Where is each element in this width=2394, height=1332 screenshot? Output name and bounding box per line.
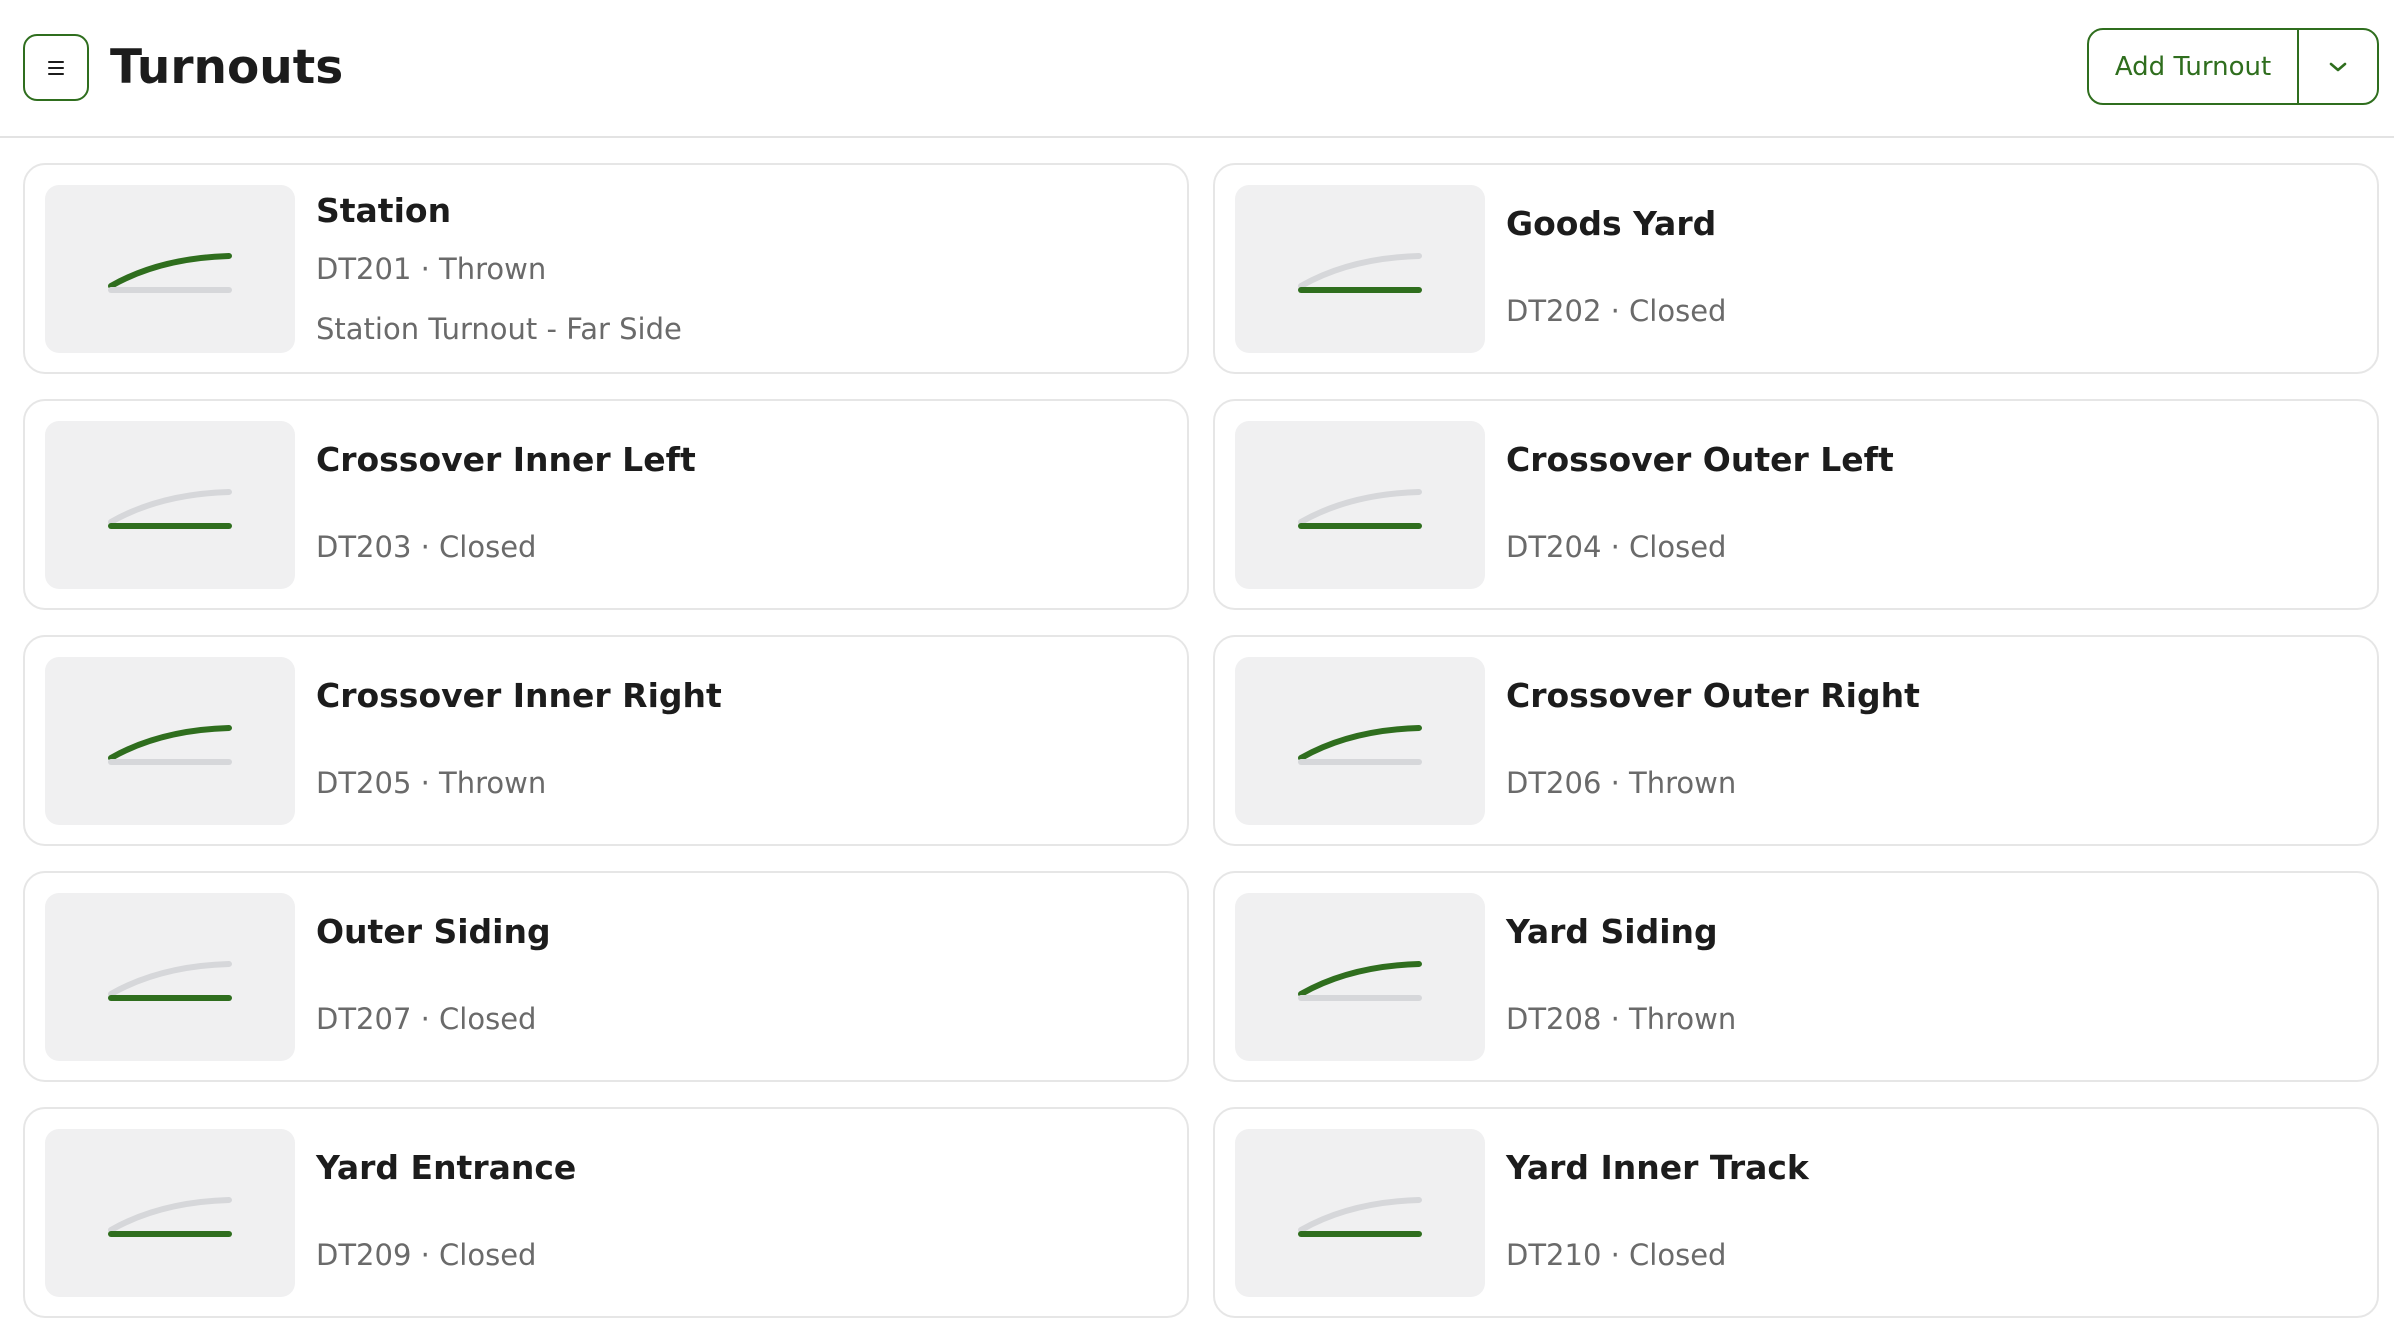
turnout-name: Crossover Inner Right xyxy=(316,676,722,715)
turnout-name: Crossover Outer Left xyxy=(1506,440,1894,479)
turnout-card[interactable]: Outer Siding DT207 · Closed xyxy=(23,871,1189,1082)
menu-button[interactable] xyxy=(23,34,89,101)
turnout-name: Yard Inner Track xyxy=(1506,1148,1809,1187)
turnout-card[interactable]: Crossover Inner Left DT203 · Closed xyxy=(23,399,1189,610)
add-turnout-button[interactable]: Add Turnout xyxy=(2089,30,2299,103)
turnout-address-state: DT206 · Thrown xyxy=(1506,766,1737,800)
turnout-address-state: DT205 · Thrown xyxy=(316,766,547,800)
turnout-card[interactable]: Yard Inner Track DT210 · Closed xyxy=(1213,1107,2379,1318)
turnout-track-icon xyxy=(108,253,232,293)
turnout-track-icon xyxy=(1298,253,1422,293)
turnout-address-state: DT207 · Closed xyxy=(316,1002,537,1036)
turnout-address-state: DT209 · Closed xyxy=(316,1238,537,1272)
turnout-state-icon[interactable] xyxy=(1235,893,1485,1061)
turnout-card[interactable]: Goods Yard DT202 · Closed xyxy=(1213,163,2379,374)
turnout-address-state: DT201 · Thrown xyxy=(316,252,547,286)
turnout-state-icon[interactable] xyxy=(45,657,295,825)
turnout-address-state: DT204 · Closed xyxy=(1506,530,1727,564)
turnout-address-state: DT202 · Closed xyxy=(1506,294,1727,328)
turnout-state-icon[interactable] xyxy=(45,421,295,589)
turnout-address-state: DT208 · Thrown xyxy=(1506,1002,1737,1036)
turnout-track-icon xyxy=(1298,1197,1422,1237)
turnout-card[interactable]: Crossover Inner Right DT205 · Thrown xyxy=(23,635,1189,846)
turnout-name: Crossover Outer Right xyxy=(1506,676,1920,715)
turnout-track-icon xyxy=(1298,489,1422,529)
turnout-name: Yard Siding xyxy=(1506,912,1718,951)
turnout-state-icon[interactable] xyxy=(45,893,295,1061)
turnout-track-icon xyxy=(1298,725,1422,765)
turnout-track-icon xyxy=(108,961,232,1001)
turnout-name: Yard Entrance xyxy=(316,1148,577,1187)
chevron-down-icon xyxy=(2329,62,2347,71)
turnout-card[interactable]: Crossover Outer Left DT204 · Closed xyxy=(1213,399,2379,610)
turnout-state-icon[interactable] xyxy=(45,1129,295,1297)
add-turnout-split-button: Add Turnout xyxy=(2087,28,2379,105)
turnout-card[interactable]: Yard Siding DT208 · Thrown xyxy=(1213,871,2379,1082)
turnout-state-icon[interactable] xyxy=(1235,657,1485,825)
turnout-address-state: DT210 · Closed xyxy=(1506,1238,1727,1272)
turnout-description: Station Turnout - Far Side xyxy=(316,312,682,346)
page-title: Turnouts xyxy=(110,40,344,95)
turnout-name: Outer Siding xyxy=(316,912,551,951)
turnout-name: Crossover Inner Left xyxy=(316,440,696,479)
turnout-state-icon[interactable] xyxy=(45,185,295,353)
turnout-track-icon xyxy=(108,1197,232,1237)
add-turnout-dropdown-button[interactable] xyxy=(2299,30,2377,103)
turnout-track-icon xyxy=(1298,961,1422,1001)
turnout-address-state: DT203 · Closed xyxy=(316,530,537,564)
hamburger-icon xyxy=(48,60,64,75)
turnout-card[interactable]: Crossover Outer Right DT206 · Thrown xyxy=(1213,635,2379,846)
turnout-name: Station xyxy=(316,191,452,230)
turnout-track-icon xyxy=(108,725,232,765)
page-header: Turnouts Add Turnout xyxy=(0,0,2394,138)
turnout-card[interactable]: Yard Entrance DT209 · Closed xyxy=(23,1107,1189,1318)
turnout-track-icon xyxy=(108,489,232,529)
turnout-state-icon[interactable] xyxy=(1235,421,1485,589)
turnout-state-icon[interactable] xyxy=(1235,1129,1485,1297)
turnout-state-icon[interactable] xyxy=(1235,185,1485,353)
turnout-card[interactable]: Station DT201 · Thrown Station Turnout - F… xyxy=(23,163,1189,374)
turnout-name: Goods Yard xyxy=(1506,204,1717,243)
